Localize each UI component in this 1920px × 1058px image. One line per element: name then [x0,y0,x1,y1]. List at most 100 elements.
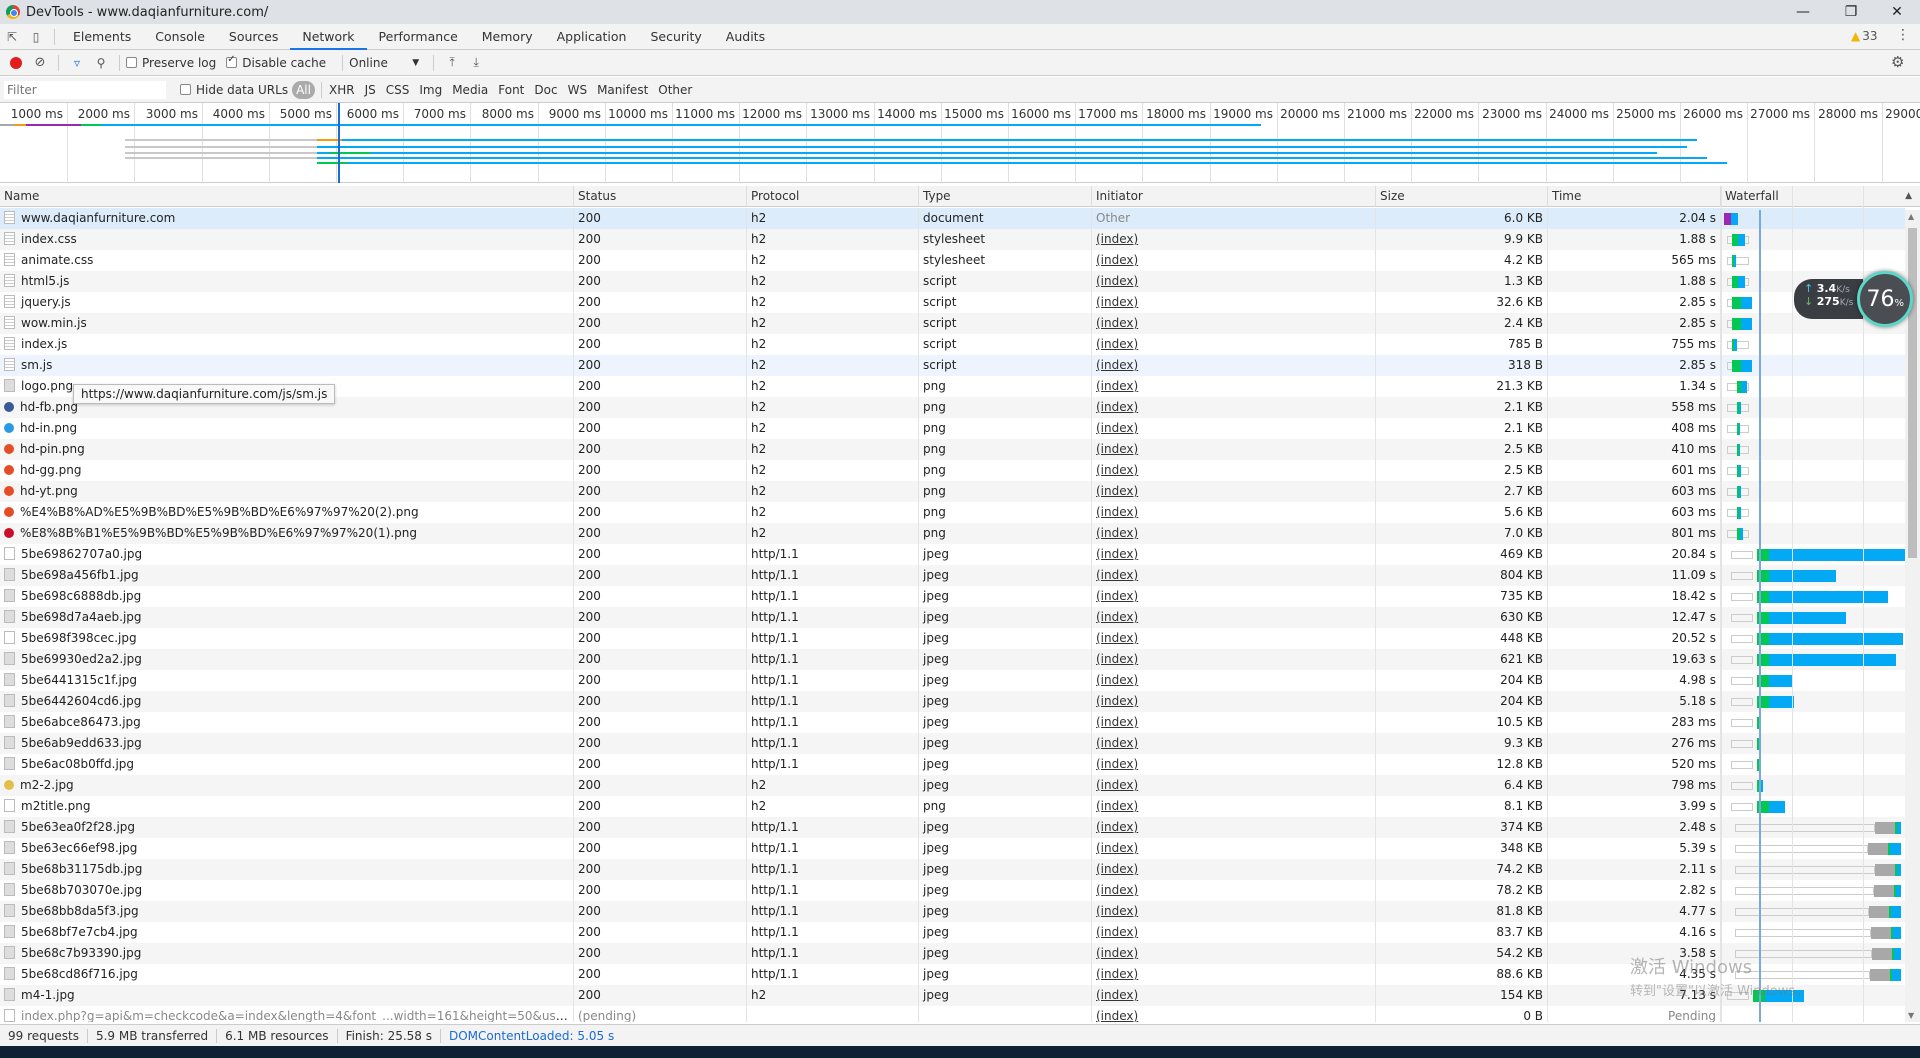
disable-cache-checkbox[interactable]: Disable cache [226,54,326,70]
waterfall-cell[interactable] [1723,607,1905,628]
cell-name[interactable]: 5be68b31175db.jpg [0,859,574,880]
tab-application[interactable]: Application [545,24,639,50]
table-row[interactable]: html5.js 200 h2 script (index) 1.3 KB 1.88 s [0,271,1905,292]
cell-name[interactable]: 5be63ea0f2f28.jpg [0,817,574,838]
waterfall-cell[interactable] [1723,1006,1905,1022]
cell-initiator[interactable]: (index) [1092,334,1376,355]
minimize-icon[interactable]: — [1780,0,1826,24]
table-row[interactable]: 5be63ec66ef98.jpg 200 http/1.1 jpeg (index) 3… [0,838,1905,859]
table-row[interactable]: 5be698d7a4aeb.jpg 200 http/1.1 jpeg (index) 6… [0,607,1905,628]
import-har-icon[interactable]: ⤒ [440,51,464,75]
filter-type-all[interactable]: All [292,80,315,99]
table-row[interactable]: %E4%B8%AD%E5%9B%BD%E5%9B%BD%E6%97%97%20(… [0,502,1905,523]
initiator-text[interactable]: (index) [1096,1009,1138,1022]
initiator-text[interactable]: (index) [1096,820,1138,834]
cell-name[interactable]: index.css [0,229,574,250]
initiator-text[interactable]: (index) [1096,925,1138,939]
clear-icon[interactable]: ⊘ [28,51,52,75]
filter-type-doc[interactable]: Doc [529,81,562,99]
cell-name[interactable]: 5be68bf7e7cb4.jpg [0,922,574,943]
restore-icon[interactable]: ❐ [1828,0,1874,24]
cell-initiator[interactable]: (index) [1092,439,1376,460]
table-row[interactable]: 5be6442604cd6.jpg 200 http/1.1 jpeg (index) 2… [0,691,1905,712]
search-icon[interactable]: ⚲ [89,51,113,75]
cell-name[interactable]: 5be698a456fb1.jpg [0,565,574,586]
filter-type-xhr[interactable]: XHR [324,81,360,99]
tab-security[interactable]: Security [638,24,713,50]
waterfall-cell[interactable] [1723,460,1905,481]
table-row[interactable]: 5be63ea0f2f28.jpg 200 http/1.1 jpeg (index) 3… [0,817,1905,838]
table-row[interactable]: hd-gg.png 200 h2 png (index) 2.5 KB 601 ms [0,460,1905,481]
waterfall-cell[interactable] [1723,418,1905,439]
table-row[interactable]: 5be698f398cec.jpg 200 http/1.1 jpeg (index) 4… [0,628,1905,649]
filter-type-css[interactable]: CSS [381,81,415,99]
filter-type-font[interactable]: Font [493,81,529,99]
warnings-counter[interactable]: ▲ 33 [1851,29,1878,43]
initiator-text[interactable]: (index) [1096,526,1138,540]
initiator-text[interactable]: (index) [1096,463,1138,477]
table-row[interactable]: 5be698c6888db.jpg 200 http/1.1 jpeg (index) 7… [0,586,1905,607]
waterfall-cell[interactable] [1723,397,1905,418]
cell-name[interactable]: sm.js [0,355,574,376]
table-row[interactable]: wow.min.js 200 h2 script (index) 2.4 KB 2.85 s [0,313,1905,334]
tab-audits[interactable]: Audits [714,24,777,50]
table-row[interactable]: 5be69862707a0.jpg 200 http/1.1 jpeg (index) 4… [0,544,1905,565]
filter-icon[interactable]: ▿ [65,51,89,75]
cell-initiator[interactable]: (index) [1092,229,1376,250]
initiator-text[interactable]: (index) [1096,904,1138,918]
waterfall-cell[interactable] [1723,376,1905,397]
initiator-text[interactable]: (index) [1096,232,1138,246]
settings-gear-icon[interactable]: ⚙ [1891,53,1904,71]
throttling-select[interactable]: Online ▼ [349,56,419,70]
vertical-scrollbar[interactable]: ▲ ▼ [1905,210,1920,1022]
initiator-text[interactable]: (index) [1096,379,1138,393]
cell-name[interactable]: index.php?g=api&m=checkcode&a=index&leng… [0,1006,574,1022]
cell-name[interactable]: 5be63ec66ef98.jpg [0,838,574,859]
cell-name[interactable]: 5be698d7a4aeb.jpg [0,607,574,628]
cell-initiator[interactable]: (index) [1092,922,1376,943]
waterfall-cell[interactable] [1723,649,1905,670]
initiator-text[interactable]: (index) [1096,484,1138,498]
cell-initiator[interactable]: (index) [1092,754,1376,775]
waterfall-cell[interactable] [1723,817,1905,838]
cell-name[interactable]: 5be698c6888db.jpg [0,586,574,607]
initiator-text[interactable]: (index) [1096,652,1138,666]
initiator-text[interactable]: (index) [1096,862,1138,876]
table-row[interactable]: index.js 200 h2 script (index) 785 B 755 ms [0,334,1905,355]
cell-initiator[interactable]: (index) [1092,943,1376,964]
export-har-icon[interactable]: ⤓ [464,51,488,75]
cell-name[interactable]: 5be6abce86473.jpg [0,712,574,733]
waterfall-cell[interactable] [1723,208,1905,229]
cell-initiator[interactable]: (index) [1092,544,1376,565]
waterfall-cell[interactable] [1723,922,1905,943]
cell-initiator[interactable]: (index) [1092,460,1376,481]
initiator-text[interactable]: (index) [1096,547,1138,561]
initiator-text[interactable]: (index) [1096,841,1138,855]
cell-initiator[interactable]: (index) [1092,502,1376,523]
table-row[interactable]: 5be68cd86f716.jpg 200 http/1.1 jpeg (index) 8… [0,964,1905,985]
table-row[interactable]: animate.css 200 h2 stylesheet (index) 4.2 KB 5… [0,250,1905,271]
table-row[interactable]: hd-yt.png 200 h2 png (index) 2.7 KB 603 ms [0,481,1905,502]
device-toolbar-icon[interactable]: ▯ [24,25,48,49]
waterfall-cell[interactable] [1723,502,1905,523]
cell-initiator[interactable]: (index) [1092,292,1376,313]
cell-initiator[interactable]: (index) [1092,565,1376,586]
cell-name[interactable]: html5.js [0,271,574,292]
cell-initiator[interactable]: (index) [1092,355,1376,376]
cell-name[interactable]: hd-pin.png [0,439,574,460]
initiator-text[interactable]: (index) [1096,421,1138,435]
waterfall-cell[interactable] [1723,334,1905,355]
table-row[interactable]: m2title.png 200 h2 png (index) 8.1 KB 3.99 s [0,796,1905,817]
network-speed-widget[interactable]: ↑ 3.4K/s ↓ 275K/s 76% [1794,271,1914,327]
initiator-text[interactable]: (index) [1096,505,1138,519]
waterfall-cell[interactable] [1723,838,1905,859]
initiator-text[interactable]: (index) [1096,295,1138,309]
cell-initiator[interactable]: (index) [1092,586,1376,607]
cell-initiator[interactable]: (index) [1092,901,1376,922]
preserve-log-checkbox[interactable]: Preserve log [126,56,216,70]
table-row[interactable]: 5be6ac08b0ffd.jpg 200 http/1.1 jpeg (index) 1… [0,754,1905,775]
table-row[interactable]: 5be6ab9edd633.jpg 200 http/1.1 jpeg (index) 9… [0,733,1905,754]
filter-type-manifest[interactable]: Manifest [592,81,653,99]
cell-name[interactable]: 5be6ab9edd633.jpg [0,733,574,754]
initiator-text[interactable]: (index) [1096,568,1138,582]
